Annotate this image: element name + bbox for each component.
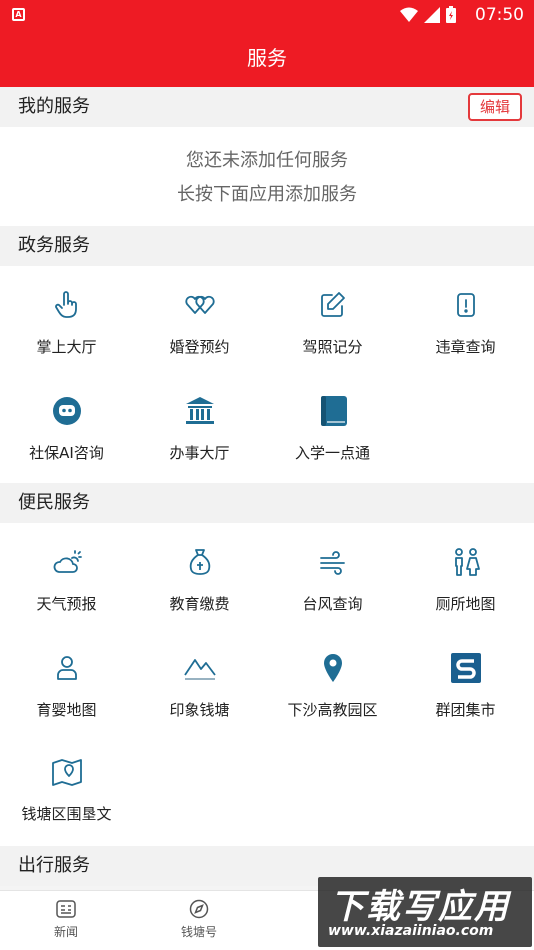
service-item-weather[interactable]: 天气预报 xyxy=(0,545,133,614)
service-item-impression[interactable]: 印象钱塘 xyxy=(133,651,266,720)
service-label: 钱塘区围垦文 xyxy=(21,805,112,823)
compass-icon xyxy=(189,899,209,919)
empty-message: 您还未添加任何服务 xyxy=(186,150,348,171)
my-services-header: 我的服务 编辑 xyxy=(0,87,534,127)
alert-card-icon xyxy=(456,293,475,317)
service-item-hall[interactable]: 掌上大厅 xyxy=(0,288,133,357)
service-item-reclamation[interactable]: 钱塘区围垦文 xyxy=(0,755,133,824)
service-item-enrollment[interactable]: 入学一点通 xyxy=(266,394,399,463)
money-bag-icon xyxy=(189,549,210,575)
battery-icon xyxy=(446,6,456,23)
clock: 07:50 xyxy=(475,5,524,25)
page-title: 服务 xyxy=(0,30,534,87)
map-pin-icon xyxy=(51,759,82,786)
service-item-xiasha[interactable]: 下沙高教园区 xyxy=(266,651,399,720)
watermark-url: www.xiazaiiniao.com xyxy=(328,923,494,939)
service-label: 驾照记分 xyxy=(302,338,363,356)
tab-qiantang[interactable]: 钱塘号 xyxy=(149,899,249,940)
weather-icon xyxy=(53,550,82,573)
service-label: 台风查询 xyxy=(302,595,363,613)
section-title: 出行服务 xyxy=(18,855,90,876)
tab-label: 新闻 xyxy=(53,925,78,939)
service-label: 入学一点通 xyxy=(294,444,370,462)
brand-s-icon xyxy=(450,653,481,683)
service-item-office-hall[interactable]: 办事大厅 xyxy=(133,394,266,463)
watermark: 下载写应用 www.xiazaiiniao.com xyxy=(318,877,532,947)
gov-services-header: 政务服务 xyxy=(0,226,534,266)
edit-note-icon xyxy=(320,292,345,317)
service-label: 育婴地图 xyxy=(36,701,97,719)
convenience-services-panel: 天气预报 教育缴费 台风查询 厕所地图 育婴地图 印象钱塘 下沙高教园区 群团集… xyxy=(0,523,534,846)
robot-icon xyxy=(52,397,81,425)
signal-icon xyxy=(424,6,440,23)
empty-hint: 长按下面应用添加服务 xyxy=(177,184,357,205)
hand-pointer-icon xyxy=(54,291,77,318)
service-item-typhoon[interactable]: 台风查询 xyxy=(266,545,399,614)
restroom-icon xyxy=(454,548,480,576)
service-label: 厕所地图 xyxy=(435,595,496,613)
service-label: 违章查询 xyxy=(435,338,496,356)
service-label: 教育缴费 xyxy=(169,595,230,613)
service-item-baby-map[interactable]: 育婴地图 xyxy=(0,651,133,720)
service-item-license-points[interactable]: 驾照记分 xyxy=(266,288,399,357)
double-heart-icon xyxy=(184,295,215,314)
section-title: 我的服务 xyxy=(18,96,90,117)
tab-label: 钱塘号 xyxy=(180,925,217,939)
book-icon xyxy=(320,396,347,426)
news-icon xyxy=(56,900,76,918)
service-label: 办事大厅 xyxy=(169,444,230,462)
wind-icon xyxy=(319,551,345,575)
government-building-icon xyxy=(185,397,214,424)
service-label: 印象钱塘 xyxy=(169,701,230,719)
service-item-social-ai[interactable]: 社保AI咨询 xyxy=(0,394,133,463)
section-title: 便民服务 xyxy=(18,492,90,513)
service-item-market[interactable]: 群团集市 xyxy=(399,651,532,720)
sim-icon: A xyxy=(12,8,25,21)
status-bar: A 07:50 xyxy=(0,0,534,30)
service-label: 社保AI咨询 xyxy=(29,444,104,462)
my-services-panel: 您还未添加任何服务 长按下面应用添加服务 xyxy=(0,127,534,226)
wifi-icon xyxy=(400,7,418,22)
mountain-icon xyxy=(183,659,216,680)
service-item-edu-fee[interactable]: 教育缴费 xyxy=(133,545,266,614)
service-label: 下沙高教园区 xyxy=(287,701,378,719)
service-label: 婚登预约 xyxy=(169,338,230,356)
service-label: 群团集市 xyxy=(435,701,496,719)
edit-button[interactable]: 编辑 xyxy=(467,93,522,121)
section-title: 政务服务 xyxy=(18,235,90,256)
person-pin-icon xyxy=(56,656,77,680)
location-pin-icon xyxy=(323,654,342,682)
gov-services-panel: 掌上大厅 婚登预约 驾照记分 违章查询 社保AI咨询 办事大厅 入学一点通 xyxy=(0,266,534,483)
tab-news[interactable]: 新闻 xyxy=(16,899,116,940)
convenience-services-header: 便民服务 xyxy=(0,483,534,523)
service-label: 天气预报 xyxy=(36,595,97,613)
service-label: 掌上大厅 xyxy=(36,338,97,356)
service-item-violation[interactable]: 违章查询 xyxy=(399,288,532,357)
service-item-marriage[interactable]: 婚登预约 xyxy=(133,288,266,357)
watermark-title: 下载写应用 xyxy=(330,887,510,927)
service-item-toilet-map[interactable]: 厕所地图 xyxy=(399,545,532,614)
